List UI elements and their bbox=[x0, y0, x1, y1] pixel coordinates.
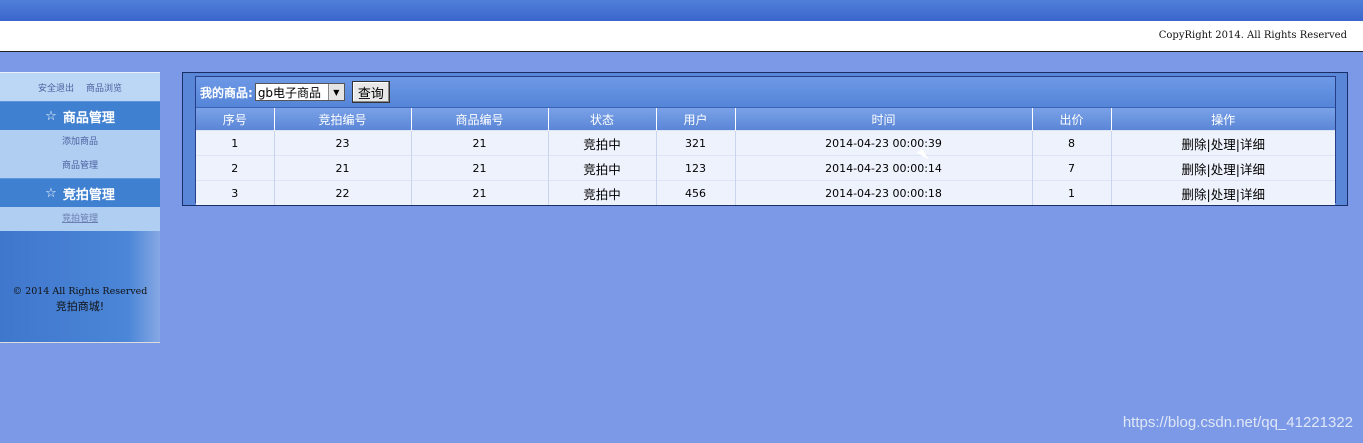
delete-link[interactable]: 删除 bbox=[1182, 187, 1207, 202]
col-header: 时间 bbox=[735, 108, 1033, 131]
cell-status: 竞拍中 bbox=[548, 155, 657, 181]
cell-user: 123 bbox=[656, 155, 736, 181]
cell-goods-id: 21 bbox=[411, 130, 549, 156]
main-panel: 我的商品: gb电子商品 ▼ 查询 序号 竞拍编号 商品编号 状态 用户 时间 bbox=[182, 72, 1348, 206]
delete-link[interactable]: 删除 bbox=[1182, 137, 1207, 152]
star-icon: ☆ bbox=[45, 185, 57, 201]
sidebar: 安全退出 商品浏览 ☆ 商品管理 添加商品 商品管理 ☆ 竞拍管理 竞拍管理 ©… bbox=[0, 72, 160, 343]
cell-auction-id: 22 bbox=[274, 180, 412, 205]
table-row: 3 22 21 竞拍中 456 2014-04-23 00:00:18 1 删除… bbox=[196, 180, 1335, 205]
sidebar-item-add-goods[interactable]: 添加商品 bbox=[62, 130, 98, 154]
sidebar-section-label: 商品管理 bbox=[62, 110, 115, 126]
sidebar-section-label: 竞拍管理 bbox=[62, 187, 115, 203]
cell-time: 2014-04-23 00:00:39 bbox=[735, 130, 1033, 156]
cell-actions: 删除|处理|详细 bbox=[1111, 180, 1335, 205]
header-bar: CopyRight 2014. All Rights Reserved bbox=[0, 21, 1363, 52]
col-header: 操作 bbox=[1111, 108, 1335, 131]
cell-seq: 1 bbox=[196, 130, 275, 156]
copyright-text: CopyRight 2014. All Rights Reserved bbox=[1158, 30, 1347, 41]
cell-seq: 3 bbox=[196, 180, 275, 205]
sidebar-item-manage-goods[interactable]: 商品管理 bbox=[62, 154, 98, 178]
filter-label: 我的商品: bbox=[200, 85, 253, 100]
col-header: 出价 bbox=[1032, 108, 1112, 131]
bids-table: 序号 竞拍编号 商品编号 状态 用户 时间 出价 操作 1 23 21 竞拍中 … bbox=[196, 108, 1335, 205]
sidebar-submenu-goods: 添加商品 商品管理 bbox=[0, 130, 160, 178]
cell-status: 竞拍中 bbox=[548, 180, 657, 205]
cell-actions: 删除|处理|详细 bbox=[1111, 130, 1335, 156]
process-link[interactable]: 处理 bbox=[1211, 162, 1236, 177]
col-header: 商品编号 bbox=[411, 108, 549, 131]
cell-time: 2014-04-23 00:00:18 bbox=[735, 180, 1033, 205]
dropdown-arrow-icon[interactable]: ▼ bbox=[327, 84, 344, 100]
table-row: 1 23 21 竞拍中 321 2014-04-23 00:00:39 8 删除… bbox=[196, 130, 1335, 156]
sidebar-top-links: 安全退出 商品浏览 bbox=[0, 72, 160, 101]
process-link[interactable]: 处理 bbox=[1211, 137, 1236, 152]
cell-actions: 删除|处理|详细 bbox=[1111, 155, 1335, 181]
watermark-text: https://blog.csdn.net/qq_41221322 bbox=[1122, 414, 1353, 431]
sidebar-footer: © 2014 All Rights Reserved 竞拍商城! bbox=[0, 286, 160, 314]
table-row: 2 21 21 竞拍中 123 2014-04-23 00:00:14 7 删除… bbox=[196, 155, 1335, 181]
detail-link[interactable]: 详细 bbox=[1240, 137, 1265, 152]
goods-select-value: gb电子商品 bbox=[257, 85, 322, 100]
cell-auction-id: 23 bbox=[274, 130, 412, 156]
sidebar-item-manage-auction[interactable]: 竞拍管理 bbox=[62, 207, 98, 231]
sidebar-section-auction[interactable]: ☆ 竞拍管理 bbox=[0, 178, 160, 207]
col-header: 用户 bbox=[656, 108, 736, 131]
cell-seq: 2 bbox=[196, 155, 275, 181]
detail-link[interactable]: 详细 bbox=[1240, 162, 1265, 177]
cell-user: 321 bbox=[656, 130, 736, 156]
table-header-row: 序号 竞拍编号 商品编号 状态 用户 时间 出价 操作 bbox=[196, 108, 1335, 131]
col-header: 序号 bbox=[196, 108, 275, 131]
delete-link[interactable]: 删除 bbox=[1182, 162, 1207, 177]
detail-link[interactable]: 详细 bbox=[1240, 187, 1265, 202]
cell-user: 456 bbox=[656, 180, 736, 205]
top-banner bbox=[0, 0, 1363, 21]
goods-select[interactable]: gb电子商品 ▼ bbox=[254, 83, 345, 101]
process-link[interactable]: 处理 bbox=[1211, 187, 1236, 202]
cell-goods-id: 21 bbox=[411, 180, 549, 205]
filter-toolbar: 我的商品: gb电子商品 ▼ 查询 bbox=[196, 77, 1335, 108]
cell-bid: 8 bbox=[1032, 130, 1112, 156]
col-header: 状态 bbox=[548, 108, 657, 131]
cell-auction-id: 21 bbox=[274, 155, 412, 181]
goods-table-container: 我的商品: gb电子商品 ▼ 查询 序号 竞拍编号 商品编号 状态 用户 时间 bbox=[195, 76, 1336, 205]
sidebar-footer-sitename: 竞拍商城! bbox=[55, 300, 105, 313]
sidebar-submenu-auction: 竞拍管理 bbox=[0, 207, 160, 231]
logout-link[interactable]: 安全退出 bbox=[38, 81, 74, 94]
cell-goods-id: 21 bbox=[411, 155, 549, 181]
sidebar-footer-copyright: © 2014 All Rights Reserved bbox=[12, 286, 148, 297]
col-header: 竞拍编号 bbox=[274, 108, 412, 131]
cell-status: 竞拍中 bbox=[548, 130, 657, 156]
cell-bid: 1 bbox=[1032, 180, 1112, 205]
query-button[interactable]: 查询 bbox=[351, 81, 390, 103]
browse-goods-link[interactable]: 商品浏览 bbox=[86, 81, 122, 94]
sidebar-section-goods[interactable]: ☆ 商品管理 bbox=[0, 101, 160, 130]
cell-bid: 7 bbox=[1032, 155, 1112, 181]
cell-time: 2014-04-23 00:00:14 bbox=[735, 155, 1033, 181]
star-icon: ☆ bbox=[45, 108, 57, 124]
